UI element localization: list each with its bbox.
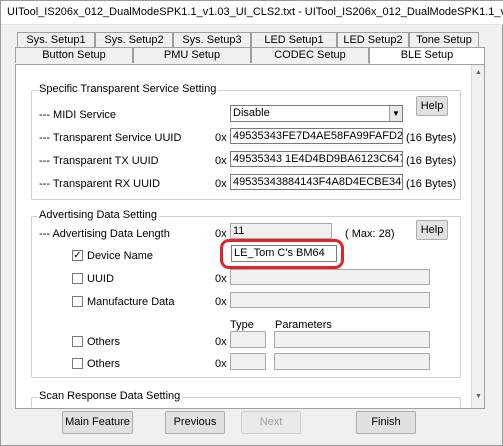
- others-type-field-2[interactable]: [230, 353, 266, 370]
- rx-uuid-prefix: 0x: [215, 178, 227, 190]
- tab-sys-setup3[interactable]: Sys. Setup3: [173, 32, 251, 48]
- next-button[interactable]: Next: [241, 411, 301, 434]
- tab-button-setup[interactable]: Button Setup: [15, 47, 133, 63]
- uuid-label: UUID: [87, 273, 114, 285]
- tx-uuid-size: (16 Bytes): [406, 155, 457, 167]
- adv-length-label: --- Advertising Data Length: [39, 228, 170, 240]
- others-params-field-2[interactable]: [274, 353, 430, 370]
- scroll-up-icon[interactable]: ▲: [473, 67, 484, 78]
- tab-pmu-setup[interactable]: PMU Setup: [133, 47, 251, 63]
- midi-service-value: Disable: [233, 107, 270, 119]
- advertising-help-button[interactable]: Help: [416, 220, 448, 240]
- manufacture-data-label: Manufacture Data: [87, 296, 175, 308]
- service-uuid-prefix: 0x: [215, 132, 227, 144]
- tab-led-setup1[interactable]: LED Setup1: [251, 32, 337, 48]
- others-checkbox-2[interactable]: [72, 358, 83, 369]
- device-name-highlight: [220, 239, 344, 269]
- tx-uuid-label: --- Transparent TX UUID: [39, 155, 159, 167]
- tab-led-setup2[interactable]: LED Setup2: [337, 32, 409, 48]
- window-title: UITool_IS206x_012_DualModeSPK1.1_v1.03_U…: [7, 6, 503, 18]
- manufacture-data-checkbox[interactable]: [72, 296, 83, 307]
- tx-uuid-prefix: 0x: [215, 155, 227, 167]
- scroll-down-icon[interactable]: ▼: [473, 391, 484, 402]
- chevron-down-icon[interactable]: ▼: [389, 106, 402, 121]
- finish-button[interactable]: Finish: [356, 411, 416, 434]
- midi-service-label: --- MIDI Service: [39, 109, 116, 121]
- tx-uuid-field[interactable]: 49535343 1E4D4BD9BA6123C647249616: [230, 151, 403, 167]
- transparent-help-button[interactable]: Help: [416, 96, 448, 116]
- others-checkbox-1[interactable]: [72, 336, 83, 347]
- rx-uuid-field[interactable]: 49535343884143F4A8D4ECBE34729BB3: [230, 174, 403, 190]
- service-uuid-size: (16 Bytes): [406, 132, 457, 144]
- others-label-2: Others: [87, 358, 121, 370]
- manufacture-data-field[interactable]: [230, 292, 430, 308]
- uuid-field[interactable]: [230, 269, 430, 285]
- transparent-group-label: Specific Transparent Service Setting: [37, 83, 219, 95]
- rx-uuid-size: (16 Bytes): [406, 178, 457, 190]
- uuid-checkbox[interactable]: [72, 273, 83, 284]
- main-feature-button[interactable]: Main Feature: [62, 411, 133, 434]
- others-prefix-2: 0x: [215, 358, 227, 370]
- parameters-header: Parameters: [275, 319, 332, 331]
- manufacture-prefix: 0x: [215, 296, 227, 308]
- adv-length-prefix: 0x: [215, 228, 227, 240]
- device-name-checkbox[interactable]: ✓: [72, 250, 83, 261]
- tab-ble-setup[interactable]: BLE Setup: [369, 47, 485, 64]
- app-window: UITool_IS206x_012_DualModeSPK1.1_v1.03_U…: [0, 0, 503, 446]
- others-prefix-1: 0x: [215, 336, 227, 348]
- device-name-label: Device Name: [87, 250, 154, 262]
- scan-group-label: Scan Response Data Setting: [37, 390, 183, 402]
- vertical-scrollbar[interactable]: ▲ ▼: [471, 65, 484, 408]
- others-params-field-1[interactable]: [274, 331, 430, 348]
- uuid-prefix: 0x: [215, 273, 227, 285]
- adv-length-max: ( Max: 28): [345, 228, 395, 240]
- others-label-1: Others: [87, 336, 121, 348]
- service-uuid-field[interactable]: 49535343FE7D4AE58FA99FAFD205E455: [230, 128, 403, 144]
- tab-codec-setup[interactable]: CODEC Setup: [251, 47, 369, 63]
- previous-button[interactable]: Previous: [165, 411, 225, 434]
- type-header: Type: [230, 319, 254, 331]
- title-bar: UITool_IS206x_012_DualModeSPK1.1_v1.03_U…: [1, 1, 503, 25]
- adv-length-field[interactable]: 11: [230, 223, 332, 239]
- tab-tone-setup[interactable]: Tone Setup: [409, 32, 479, 48]
- tab-sys-setup2[interactable]: Sys. Setup2: [95, 32, 173, 48]
- service-uuid-label: --- Transparent Service UUID: [39, 132, 182, 144]
- midi-service-select[interactable]: Disable ▼: [230, 105, 403, 122]
- others-type-field-1[interactable]: [230, 331, 266, 348]
- tab-sys-setup1[interactable]: Sys. Setup1: [17, 32, 95, 48]
- rx-uuid-label: --- Transparent RX UUID: [39, 178, 161, 190]
- advertising-group-label: Advertising Data Setting: [37, 209, 160, 221]
